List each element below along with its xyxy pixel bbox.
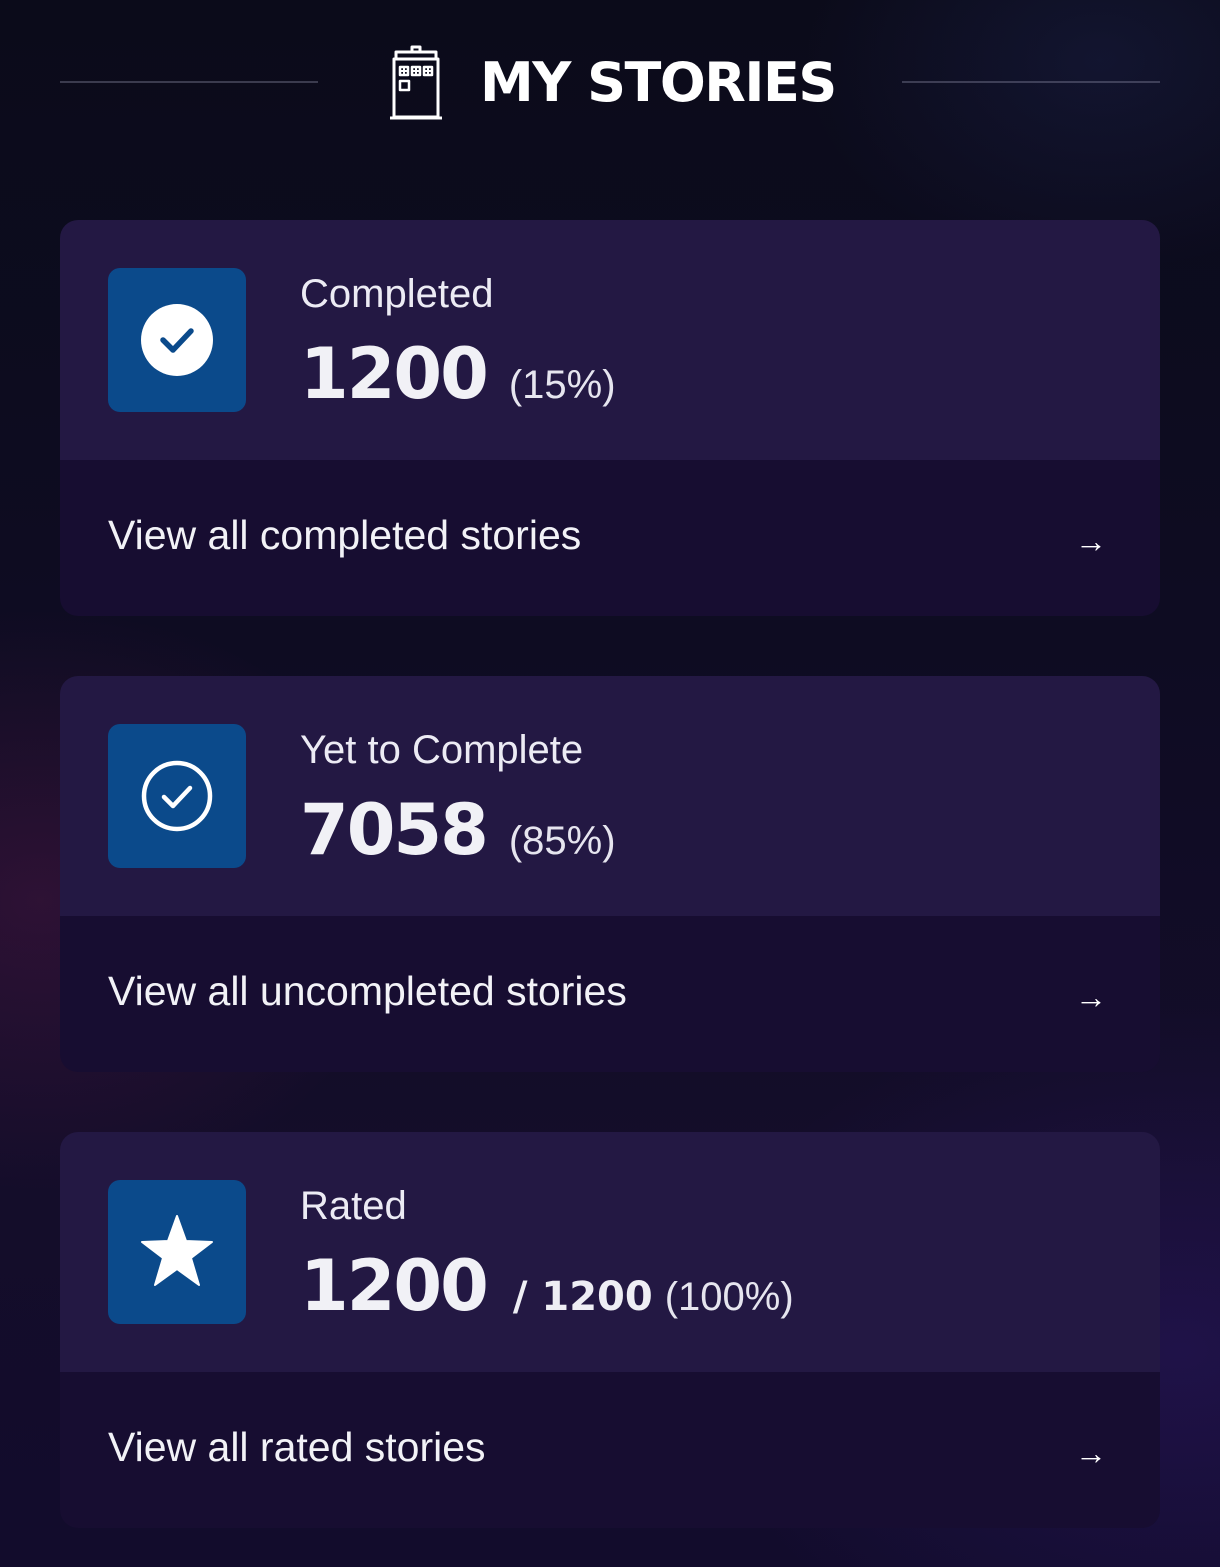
- tardis-icon: [388, 45, 444, 121]
- view-completed-stories-link[interactable]: View all completed stories →: [60, 460, 1160, 616]
- arrow-right-icon: →: [1075, 979, 1107, 1015]
- icon-badge: [108, 268, 246, 412]
- card-summary: Completed 1200 (15%): [60, 220, 1160, 460]
- stat-label: Completed: [300, 272, 494, 316]
- stat-value: 1200: [300, 333, 489, 415]
- view-rated-stories-link[interactable]: View all rated stories →: [60, 1372, 1160, 1528]
- stat-total: / 1200: [512, 1274, 653, 1320]
- icon-badge: [108, 1180, 246, 1324]
- arrow-right-icon: →: [1075, 523, 1107, 559]
- view-uncompleted-stories-link[interactable]: View all uncompleted stories →: [60, 916, 1160, 1072]
- rated-stats-card: Rated 1200 / 1200 (100%) View all rated st…: [60, 1132, 1160, 1528]
- arrow-right-icon: →: [1075, 1435, 1107, 1471]
- stat-value: 7058: [300, 789, 489, 871]
- yet-to-complete-stats-card: Yet to Complete 7058 (85%) View all uncom…: [60, 676, 1160, 1072]
- completed-stats-card: Completed 1200 (15%) View all completed s…: [60, 220, 1160, 616]
- check-circle-outline-icon: [141, 760, 213, 832]
- star-icon: [141, 1215, 213, 1286]
- header-divider-left: [60, 81, 318, 83]
- stat-label: Rated: [300, 1184, 407, 1228]
- card-summary: Rated 1200 / 1200 (100%): [60, 1132, 1160, 1372]
- stat-row: 7058 (85%): [300, 788, 616, 872]
- link-label: View all completed stories: [108, 512, 582, 558]
- stat-value: 1200: [300, 1245, 489, 1327]
- link-label: View all rated stories: [108, 1424, 486, 1470]
- stat-label: Yet to Complete: [300, 728, 584, 772]
- stat-row: 1200 / 1200 (100%): [300, 1244, 794, 1328]
- card-summary: Yet to Complete 7058 (85%): [60, 676, 1160, 916]
- icon-badge: [108, 724, 246, 868]
- stat-percent: (15%): [508, 363, 616, 407]
- link-label: View all uncompleted stories: [108, 968, 627, 1014]
- stat-percent: (85%): [508, 819, 616, 863]
- header-divider-right: [902, 81, 1160, 83]
- check-circle-filled-icon: [141, 304, 213, 376]
- stat-row: 1200 (15%): [300, 332, 616, 416]
- stat-percent: (100%): [664, 1275, 794, 1319]
- page-header: MY STORIES: [0, 0, 1220, 165]
- page-title: MY STORIES: [480, 51, 837, 114]
